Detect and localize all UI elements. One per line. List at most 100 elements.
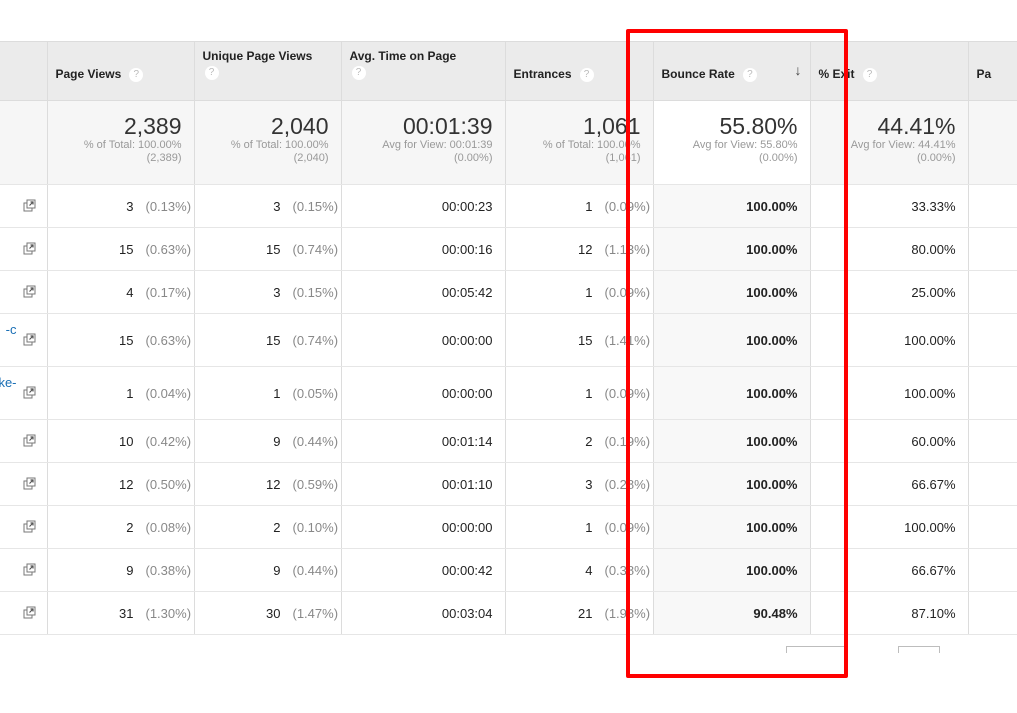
value: 100.00% [746, 519, 798, 535]
value: 12 [578, 241, 593, 257]
cell-truncated: U [968, 505, 1017, 549]
percent: (0.44%) [292, 562, 339, 578]
page-link[interactable]: -c [6, 322, 17, 337]
value: 15 [578, 332, 593, 348]
value: 9 [126, 562, 134, 578]
cell-truncated: U [968, 184, 1017, 228]
value: 15 [119, 241, 134, 257]
percent: (0.38%) [604, 562, 651, 578]
value: 00:01:10 [441, 476, 493, 492]
header-label: % Exit [818, 67, 855, 81]
cell-entrances: 15 (1.41%) [505, 313, 654, 367]
cell-unique-page-views: 3 (0.15%) [194, 270, 342, 314]
value: 100.00% [904, 519, 956, 535]
totals-row: 2,389% of Total: 100.00% (2,389) 2,040% o… [0, 100, 1017, 185]
cell-bounce-rate: 90.48% [653, 591, 811, 635]
report-table: Page Views? Unique Page Views? Avg. Time… [0, 41, 1017, 635]
cell-page-views: 3 (0.13%) [47, 184, 195, 228]
total-value: 1,061 [582, 113, 641, 139]
value: 21 [578, 605, 593, 621]
open-in-new-window-icon[interactable] [23, 333, 37, 347]
total-subtext: % of Total: 100.00% [230, 139, 329, 151]
cell-entrances: 4 (0.38%) [505, 548, 654, 592]
help-icon[interactable]: ? [742, 67, 757, 82]
value: 3 [585, 476, 593, 492]
percent: (0.17%) [145, 284, 192, 300]
table-row: 2 (0.08%) 2 (0.10%) 00:00:00 1 (0.09%) 100.00% 1… [0, 505, 1017, 549]
sort-descending-arrow-icon[interactable]: ↓ [795, 62, 802, 78]
value: 2 [585, 433, 593, 449]
pagination-control[interactable] [898, 646, 940, 653]
header-avg-time-on-page[interactable]: Avg. Time on Page? [341, 41, 506, 101]
row-dimension-cell: ke- [0, 366, 48, 420]
value: 12 [266, 476, 281, 492]
open-in-new-window-icon[interactable] [23, 477, 37, 491]
header-label: Pa [976, 67, 992, 81]
total-bounce-rate: 55.80% Avg for View: 55.80% (0.00%) [653, 100, 811, 185]
cell-exit: 25.00% [810, 270, 969, 314]
cell-page-views: 2 (0.08%) [47, 505, 195, 549]
open-in-new-window-icon[interactable] [23, 199, 37, 213]
help-icon[interactable]: ? [862, 67, 877, 82]
header-label: Bounce Rate [661, 67, 735, 81]
value: 100.00% [746, 198, 798, 214]
total-exit: 44.41% Avg for View: 44.41% (0.00%) [810, 100, 969, 185]
help-icon[interactable]: ? [351, 66, 366, 80]
help-icon[interactable]: ? [204, 66, 219, 80]
header-truncated[interactable]: Pa [968, 41, 1017, 101]
value: 00:00:16 [441, 241, 493, 257]
header-unique-page-views[interactable]: Unique Page Views? [194, 41, 342, 101]
percent: (0.13%) [145, 198, 192, 214]
open-in-new-window-icon[interactable] [23, 434, 37, 448]
header-exit[interactable]: % Exit? [810, 41, 969, 101]
cell-bounce-rate: 100.00% [653, 505, 811, 549]
total-page-views: 2,389% of Total: 100.00% (2,389) [47, 100, 195, 185]
value: 00:00:00 [441, 385, 493, 401]
header-row: Page Views? Unique Page Views? Avg. Time… [0, 41, 1017, 101]
report-table-container: Page Views? Unique Page Views? Avg. Time… [0, 41, 1017, 635]
total-entrances: 1,061% of Total: 100.00% (1,061) [505, 100, 654, 185]
open-in-new-window-icon[interactable] [23, 386, 37, 400]
help-icon[interactable]: ? [129, 67, 144, 82]
open-in-new-window-icon[interactable] [23, 606, 37, 620]
open-in-new-window-icon[interactable] [23, 242, 37, 256]
table-row: 3 (0.13%) 3 (0.15%) 00:00:23 1 (0.09%) 100.00% 3… [0, 184, 1017, 228]
help-icon[interactable]: ? [579, 67, 594, 82]
cell-exit: 60.00% [810, 419, 969, 463]
table-row: ke- 1 (0.04%) 1 (0.05%) 00:00:00 1 (0.09%) 100.0… [0, 366, 1017, 420]
cell-bounce-rate: 100.00% [653, 270, 811, 314]
cell-exit: 66.67% [810, 548, 969, 592]
value: 3 [273, 198, 281, 214]
cell-unique-page-views: 30 (1.47%) [194, 591, 342, 635]
cell-truncated: U [968, 462, 1017, 506]
cell-unique-page-views: 1 (0.05%) [194, 366, 342, 420]
page-link[interactable]: ke- [0, 375, 17, 390]
header-entrances[interactable]: Entrances? [505, 41, 654, 101]
total-avg-time: 00:01:39 Avg for View: 00:01:39 (0.00%) [341, 100, 506, 185]
open-in-new-window-icon[interactable] [23, 285, 37, 299]
cell-page-views: 1 (0.04%) [47, 366, 195, 420]
row-dimension-cell [0, 591, 48, 635]
cell-page-views: 15 (0.63%) [47, 227, 195, 271]
cell-exit: 100.00% [810, 505, 969, 549]
cell-bounce-rate: 100.00% [653, 227, 811, 271]
row-dimension-cell: -c [0, 313, 48, 367]
header-bounce-rate[interactable]: Bounce Rate? ↓ [653, 41, 811, 101]
cell-avg-time: 00:01:14 [341, 419, 506, 463]
value: 00:05:42 [441, 284, 493, 300]
total-subtext: Avg for View: 55.80% [692, 139, 798, 151]
value: 3 [126, 198, 134, 214]
open-in-new-window-icon[interactable] [23, 520, 37, 534]
header-page-views[interactable]: Page Views? [47, 41, 195, 101]
percent: (0.28%) [604, 476, 651, 492]
percent: (0.09%) [604, 198, 651, 214]
value: 100.00% [746, 385, 798, 401]
value: 1 [585, 519, 593, 535]
cell-avg-time: 00:03:04 [341, 591, 506, 635]
cell-avg-time: 00:00:00 [341, 313, 506, 367]
total-subtext: Avg for View: 44.41% [850, 139, 956, 151]
cell-bounce-rate: 100.00% [653, 313, 811, 367]
cell-unique-page-views: 9 (0.44%) [194, 548, 342, 592]
open-in-new-window-icon[interactable] [23, 563, 37, 577]
pagination-control[interactable] [786, 646, 848, 653]
